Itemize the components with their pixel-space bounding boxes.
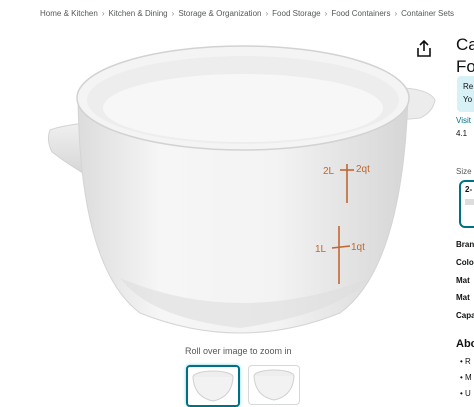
about-bullet-3: • U: [460, 389, 471, 398]
about-bullet-3-text: U: [465, 389, 471, 398]
spec-color: Colo: [456, 258, 474, 267]
breadcrumb-food-storage[interactable]: Food Storage: [272, 9, 320, 18]
about-bullet-1-text: R: [465, 357, 471, 366]
mark-label-2qt: 2qt: [356, 164, 370, 175]
breadcrumb-food-containers[interactable]: Food Containers: [331, 9, 390, 18]
returns-line-2: Yo: [463, 95, 473, 104]
breadcrumb-container-sets[interactable]: Container Sets: [401, 9, 454, 18]
chevron-right-icon: ›: [324, 9, 328, 18]
returns-notice: Re Yo: [457, 76, 474, 112]
breadcrumb-kitchen-dining[interactable]: Kitchen & Dining: [108, 9, 167, 18]
spec-material-2: Mat: [456, 293, 470, 302]
spec-brand: Bran: [456, 240, 474, 249]
thumbnail-image: [253, 369, 295, 401]
about-bullet-1: • R: [460, 357, 471, 366]
breadcrumb-home-kitchen[interactable]: Home & Kitchen: [40, 9, 98, 18]
share-icon[interactable]: [416, 40, 432, 58]
about-bullet-2: • M: [460, 373, 472, 382]
rating-value[interactable]: 4.1: [456, 129, 467, 138]
chevron-right-icon: ›: [171, 9, 175, 18]
spec-material: Mat: [456, 276, 470, 285]
size-option-label: 2-: [465, 185, 473, 194]
visit-store-link[interactable]: Visit: [456, 116, 471, 125]
mark-label-1l: 1L: [315, 244, 327, 255]
size-option-selected[interactable]: 2-: [459, 180, 474, 228]
chevron-right-icon: ›: [394, 9, 398, 18]
chevron-right-icon: ›: [265, 9, 269, 18]
spec-capacity: Capa: [456, 311, 474, 320]
chevron-right-icon: ›: [101, 9, 105, 18]
returns-line-1: Re: [463, 82, 474, 91]
about-heading: Abo: [456, 338, 474, 350]
size-option-swatch: [465, 199, 474, 205]
product-title: Ca Fo: [456, 34, 474, 78]
product-title-line-1: Ca: [456, 35, 474, 54]
zoom-hint: Roll over image to zoom in: [185, 346, 292, 356]
thumbnail-2[interactable]: [248, 365, 300, 405]
container-illustration: 2L 2qt 1L 1qt: [47, 45, 436, 334]
mark-label-1qt: 1qt: [351, 242, 365, 253]
size-label: Size: [456, 167, 472, 176]
breadcrumb-storage-organization[interactable]: Storage & Organization: [178, 9, 261, 18]
breadcrumb: Home & Kitchen › Kitchen & Dining › Storage …: [40, 9, 454, 18]
product-title-line-2: Fo: [456, 57, 474, 76]
mark-label-2l: 2L: [323, 166, 335, 177]
about-bullet-2-text: M: [465, 373, 472, 382]
thumbnail-image: [192, 370, 234, 402]
thumbnail-1[interactable]: [186, 365, 240, 407]
main-product-image[interactable]: 2L 2qt 1L 1qt: [40, 28, 440, 348]
